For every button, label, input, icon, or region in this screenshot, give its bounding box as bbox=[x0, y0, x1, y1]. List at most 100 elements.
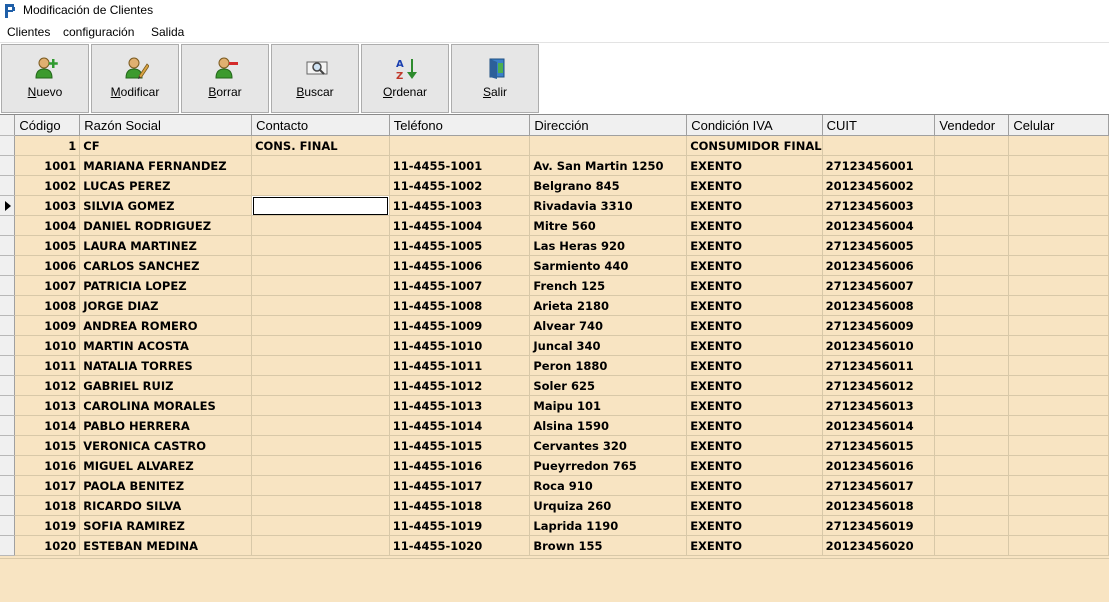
cell-codigo[interactable]: 1003 bbox=[14, 195, 81, 216]
cell-telefono[interactable]: 11-4455-1001 bbox=[389, 155, 531, 176]
cell-direccion[interactable]: Cervantes 320 bbox=[529, 435, 688, 456]
cell-condicion-iva[interactable]: EXENTO bbox=[686, 495, 823, 516]
cell-direccion[interactable]: Soler 625 bbox=[529, 375, 688, 396]
cell-celular[interactable] bbox=[1008, 495, 1109, 516]
column-header-vendedor[interactable]: Vendedor bbox=[934, 115, 1010, 136]
cell-razon-social[interactable]: PATRICIA LOPEZ bbox=[79, 275, 253, 296]
cell-direccion[interactable]: Av. San Martin 1250 bbox=[529, 155, 688, 176]
cell-contacto[interactable] bbox=[251, 495, 390, 516]
cell-razon-social[interactable]: LAURA MARTINEZ bbox=[79, 235, 253, 256]
cell-contacto[interactable] bbox=[251, 295, 390, 316]
cell-contacto[interactable] bbox=[251, 175, 390, 196]
cell-razon-social[interactable]: VERONICA CASTRO bbox=[79, 435, 253, 456]
cell-celular[interactable] bbox=[1008, 375, 1109, 396]
cell-vendedor[interactable] bbox=[934, 155, 1010, 176]
table-row[interactable]: 1016 MIGUEL ALVAREZ 11-4455-1016 Pueyrredon… bbox=[0, 455, 1109, 476]
cell-telefono[interactable]: 11-4455-1012 bbox=[389, 375, 531, 396]
row-indicator[interactable] bbox=[0, 155, 16, 176]
row-indicator[interactable] bbox=[0, 375, 16, 396]
row-indicator[interactable] bbox=[0, 535, 16, 556]
cell-condicion-iva[interactable]: EXENTO bbox=[686, 255, 823, 276]
cell-cuit[interactable]: 27123456013 bbox=[822, 395, 936, 416]
table-row[interactable]: 1017 PAOLA BENITEZ 11-4455-1017 Roca 910 EXE… bbox=[0, 475, 1109, 496]
cell-condicion-iva[interactable]: CONSUMIDOR FINAL bbox=[686, 135, 823, 156]
cell-celular[interactable] bbox=[1008, 315, 1109, 336]
cell-codigo[interactable]: 1018 bbox=[14, 495, 81, 516]
cell-contacto[interactable] bbox=[251, 395, 390, 416]
table-row[interactable]: 1010 MARTIN ACOSTA 11-4455-1010 Juncal 340 E… bbox=[0, 335, 1109, 356]
cell-condicion-iva[interactable]: EXENTO bbox=[686, 475, 823, 496]
cell-direccion[interactable]: Arieta 2180 bbox=[529, 295, 688, 316]
cell-contacto[interactable] bbox=[251, 215, 390, 236]
cell-contacto[interactable] bbox=[251, 415, 390, 436]
cell-razon-social[interactable]: CAROLINA MORALES bbox=[79, 395, 253, 416]
cell-codigo[interactable]: 1013 bbox=[14, 395, 81, 416]
cell-codigo[interactable]: 1011 bbox=[14, 355, 81, 376]
cell-contacto[interactable] bbox=[251, 375, 390, 396]
table-row[interactable]: 1018 RICARDO SILVA 11-4455-1018 Urquiza 260… bbox=[0, 495, 1109, 516]
cell-razon-social[interactable]: NATALIA TORRES bbox=[79, 355, 253, 376]
table-row[interactable]: 1003 SILVIA GOMEZ 11-4455-1003 Rivadavia 33… bbox=[0, 195, 1109, 216]
cell-contacto[interactable] bbox=[251, 455, 390, 476]
cell-vendedor[interactable] bbox=[934, 395, 1010, 416]
cell-razon-social[interactable]: MIGUEL ALVAREZ bbox=[79, 455, 253, 476]
cell-contacto[interactable] bbox=[251, 315, 390, 336]
cell-condicion-iva[interactable]: EXENTO bbox=[686, 435, 823, 456]
cell-condicion-iva[interactable]: EXENTO bbox=[686, 315, 823, 336]
cell-cuit[interactable]: 27123456019 bbox=[822, 515, 936, 536]
cell-direccion[interactable]: Juncal 340 bbox=[529, 335, 688, 356]
cell-cuit[interactable]: 27123456005 bbox=[822, 235, 936, 256]
salir-button[interactable]: Salir bbox=[451, 44, 539, 113]
table-row[interactable]: 1014 PABLO HERRERA 11-4455-1014 Alsina 1590… bbox=[0, 415, 1109, 436]
cell-celular[interactable] bbox=[1008, 175, 1109, 196]
cell-condicion-iva[interactable]: EXENTO bbox=[686, 535, 823, 556]
cell-direccion[interactable] bbox=[529, 135, 688, 156]
cell-cuit[interactable]: 20123456004 bbox=[822, 215, 936, 236]
cell-celular[interactable] bbox=[1008, 195, 1109, 216]
cell-codigo[interactable]: 1002 bbox=[14, 175, 81, 196]
cell-direccion[interactable]: Brown 155 bbox=[529, 535, 688, 556]
cell-contacto[interactable] bbox=[251, 255, 390, 276]
cell-direccion[interactable]: Belgrano 845 bbox=[529, 175, 688, 196]
cell-codigo[interactable]: 1019 bbox=[14, 515, 81, 536]
cell-vendedor[interactable] bbox=[934, 275, 1010, 296]
cell-cuit[interactable]: 20123456006 bbox=[822, 255, 936, 276]
cell-condicion-iva[interactable]: EXENTO bbox=[686, 395, 823, 416]
row-indicator[interactable] bbox=[0, 475, 16, 496]
cell-condicion-iva[interactable]: EXENTO bbox=[686, 155, 823, 176]
cell-cuit[interactable]: 20123456016 bbox=[822, 455, 936, 476]
cell-vendedor[interactable] bbox=[934, 435, 1010, 456]
cell-contacto[interactable] bbox=[251, 435, 390, 456]
cell-vendedor[interactable] bbox=[934, 375, 1010, 396]
cell-celular[interactable] bbox=[1008, 395, 1109, 416]
ordenar-button[interactable]: A Z Ordenar bbox=[361, 44, 449, 113]
cell-celular[interactable] bbox=[1008, 295, 1109, 316]
table-row[interactable]: 1006 CARLOS SANCHEZ 11-4455-1006 Sarmiento … bbox=[0, 255, 1109, 276]
cell-telefono[interactable] bbox=[389, 135, 531, 156]
cell-vendedor[interactable] bbox=[934, 495, 1010, 516]
cell-telefono[interactable]: 11-4455-1020 bbox=[389, 535, 531, 556]
cell-direccion[interactable]: Pueyrredon 765 bbox=[529, 455, 688, 476]
row-indicator[interactable] bbox=[0, 435, 16, 456]
cell-razon-social[interactable]: CARLOS SANCHEZ bbox=[79, 255, 253, 276]
cell-codigo[interactable]: 1020 bbox=[14, 535, 81, 556]
cell-telefono[interactable]: 11-4455-1009 bbox=[389, 315, 531, 336]
cell-cuit[interactable]: 27123456009 bbox=[822, 315, 936, 336]
row-indicator[interactable] bbox=[0, 135, 16, 156]
cell-celular[interactable] bbox=[1008, 355, 1109, 376]
cell-codigo[interactable]: 1004 bbox=[14, 215, 81, 236]
cell-celular[interactable] bbox=[1008, 515, 1109, 536]
table-row[interactable]: 1007 PATRICIA LOPEZ 11-4455-1007 French 125… bbox=[0, 275, 1109, 296]
cell-celular[interactable] bbox=[1008, 335, 1109, 356]
cell-telefono[interactable]: 11-4455-1008 bbox=[389, 295, 531, 316]
table-row[interactable]: 1013 CAROLINA MORALES 11-4455-1013 Maipu 10… bbox=[0, 395, 1109, 416]
cell-vendedor[interactable] bbox=[934, 195, 1010, 216]
cell-direccion[interactable]: French 125 bbox=[529, 275, 688, 296]
cell-telefono[interactable]: 11-4455-1015 bbox=[389, 435, 531, 456]
column-header-direccion[interactable]: Dirección bbox=[529, 115, 688, 136]
row-indicator[interactable] bbox=[0, 355, 16, 376]
cell-direccion[interactable]: Alsina 1590 bbox=[529, 415, 688, 436]
cell-cuit[interactable]: 27123456012 bbox=[822, 375, 936, 396]
row-indicator[interactable] bbox=[0, 315, 16, 336]
cell-celular[interactable] bbox=[1008, 215, 1109, 236]
